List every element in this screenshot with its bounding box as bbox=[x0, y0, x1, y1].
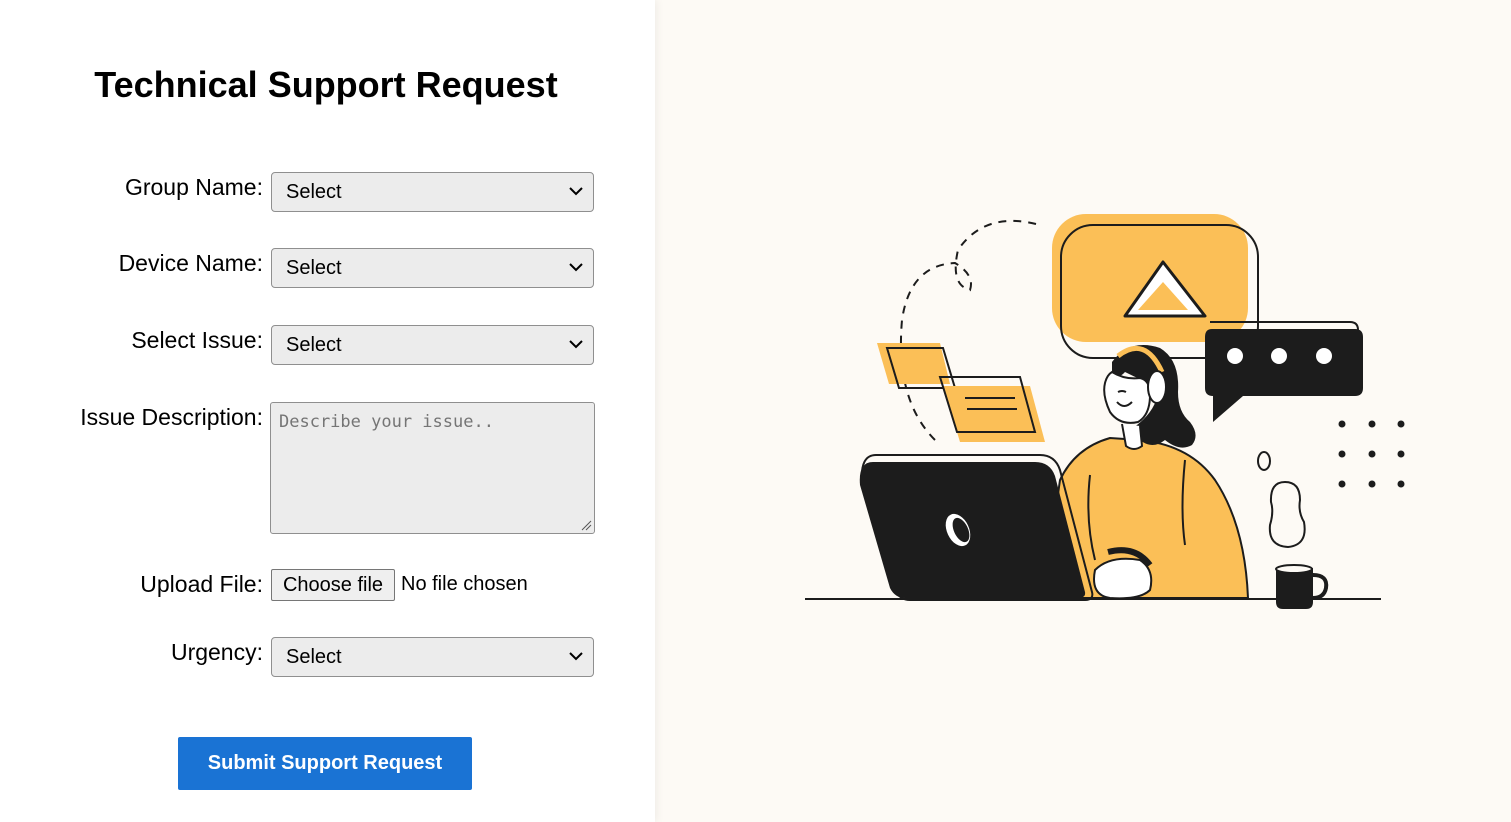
laptop-icon bbox=[859, 462, 1086, 598]
headset-icon bbox=[1147, 370, 1167, 404]
submit-support-request-button[interactable]: Submit Support Request bbox=[178, 737, 472, 790]
select-issue-value: Select bbox=[286, 334, 342, 356]
dot-grid-decoration bbox=[1338, 420, 1405, 488]
coffee-mug-icon bbox=[1276, 568, 1313, 609]
device-name-select[interactable]: Select bbox=[271, 248, 594, 288]
chevron-down-icon bbox=[569, 187, 583, 196]
support-form-panel: Technical Support Request Group Name: Se… bbox=[0, 0, 655, 822]
chevron-down-icon bbox=[569, 263, 583, 272]
chevron-down-icon bbox=[569, 652, 583, 661]
chat-bubble-icon bbox=[1205, 329, 1363, 422]
resize-grip-icon[interactable] bbox=[581, 520, 592, 531]
choose-file-button[interactable]: Choose file bbox=[271, 569, 395, 601]
issue-description-placeholder: Describe your issue.. bbox=[279, 412, 494, 432]
chevron-down-icon bbox=[569, 340, 583, 349]
device-name-label: Device Name: bbox=[118, 250, 263, 276]
support-agent-illustration bbox=[805, 214, 1405, 609]
group-name-select[interactable]: Select bbox=[271, 172, 594, 212]
upload-file-label: Upload File: bbox=[140, 571, 263, 597]
group-name-value: Select bbox=[286, 181, 342, 203]
group-name-label: Group Name: bbox=[124, 174, 263, 200]
issue-description-label: Issue Description: bbox=[80, 404, 263, 430]
urgency-value: Select bbox=[286, 646, 342, 668]
page-title: Technical Support Request bbox=[94, 64, 558, 105]
issue-description-textarea[interactable]: Describe your issue.. bbox=[270, 402, 595, 534]
urgency-select[interactable]: Select bbox=[271, 637, 594, 677]
urgency-label: Urgency: bbox=[170, 639, 263, 665]
file-status-text: No file chosen bbox=[401, 573, 528, 595]
select-issue-select[interactable]: Select bbox=[271, 325, 594, 365]
select-issue-label: Select Issue: bbox=[131, 327, 263, 353]
device-name-value: Select bbox=[286, 257, 342, 279]
